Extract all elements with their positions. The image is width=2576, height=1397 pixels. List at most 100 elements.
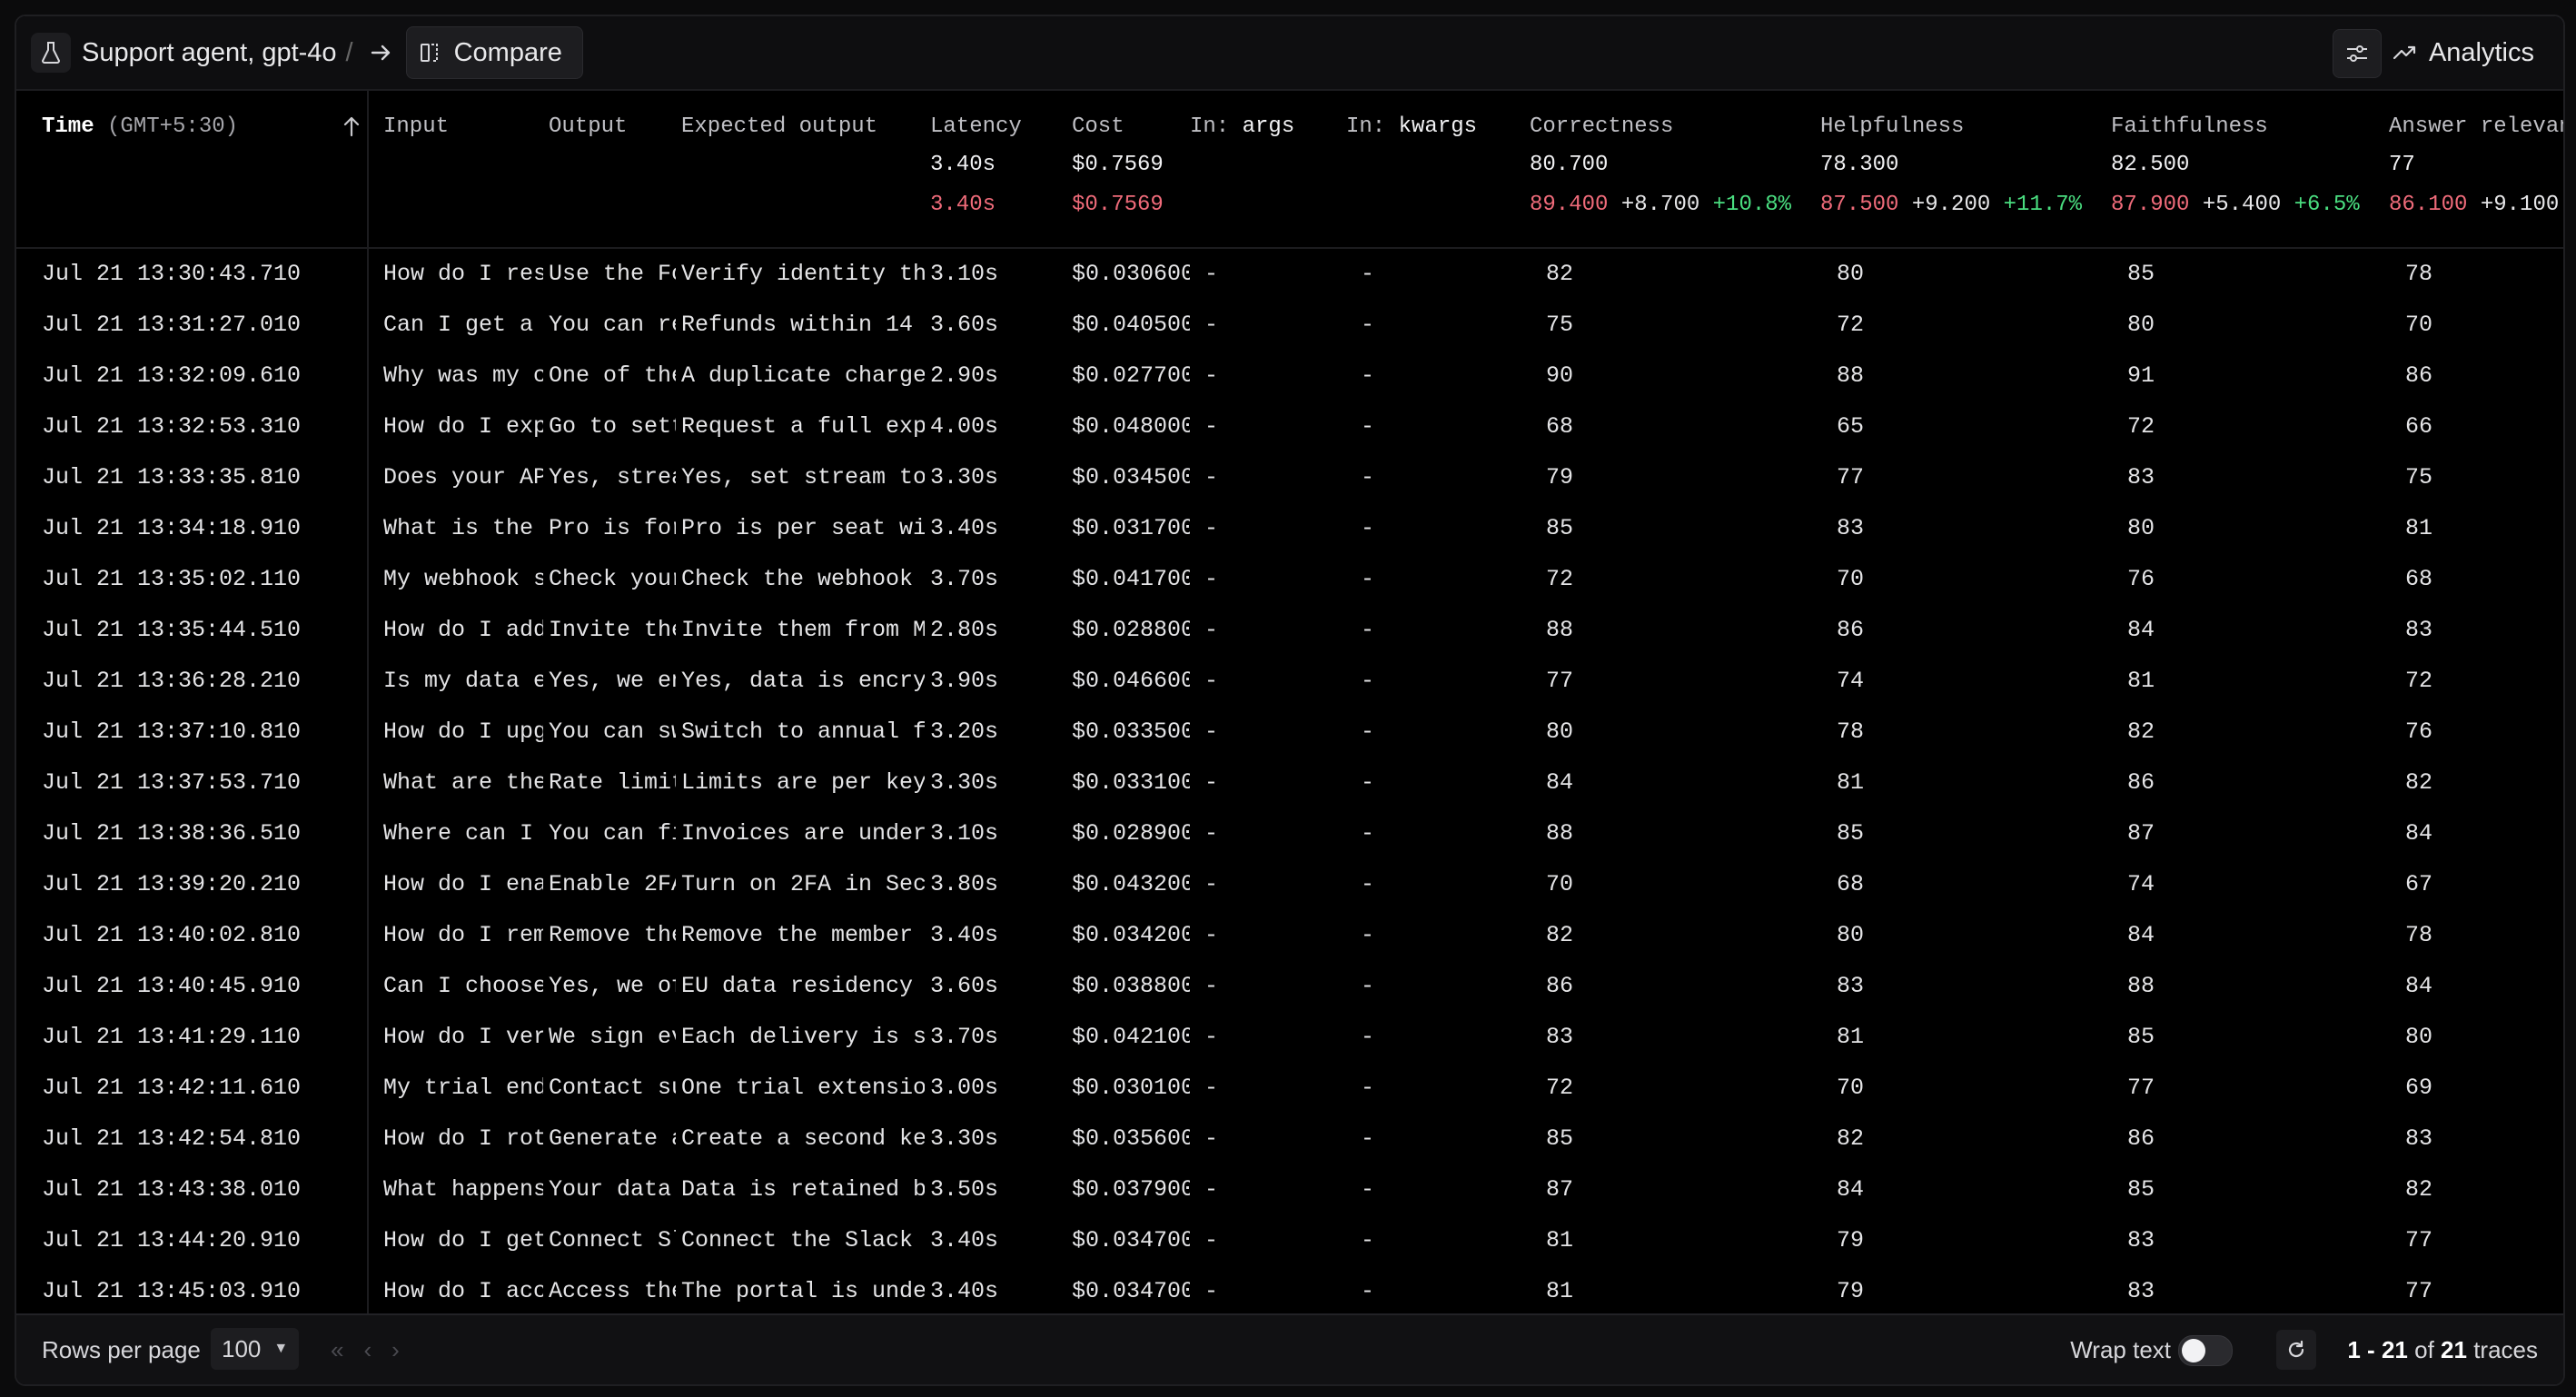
compare-button[interactable]: Compare [405,26,583,79]
column-header-input[interactable]: Input [383,114,449,139]
cell-cost: $0.034200 [1072,922,1190,948]
table-row[interactable]: Jul 21 13:42:11.610 My trial ende Contact … [16,1063,2563,1114]
cell-latency: 2.90s [930,362,999,389]
summary-answer-relevance: 77 [2389,153,2415,177]
cell-output: Remove the [549,922,676,948]
cell-cost: $0.034500 [1072,464,1190,490]
cell-in-kwargs: - [1361,362,1375,389]
wrap-text-label: Wrap text [2070,1336,2171,1363]
table-row[interactable]: Jul 21 13:39:20.210 How do I enab Enable 2… [16,859,2563,910]
table-row[interactable]: Jul 21 13:36:28.210 Is my data en Yes, we … [16,656,2563,707]
cell-input: How do I get [383,1227,543,1253]
rows-per-page-select[interactable]: 100 ▼ [211,1328,300,1370]
app-frame: Support agent, gpt-4o / Compare Analytic… [15,15,2565,1386]
cell-time: Jul 21 13:40:02.810 [42,922,302,948]
cell-latency: 3.40s [930,922,999,948]
cell-time: Jul 21 13:40:45.910 [42,973,302,999]
table-header: Time (GMT+5:30) Input Output Expected ou… [16,91,2563,249]
cell-answer-relevance: 78 [2405,261,2433,287]
compare-delta: +5.400 [2202,193,2282,217]
cell-correctness: 87 [1546,1176,1574,1203]
column-header-answer-relevance[interactable]: Answer relevanc [2389,114,2563,139]
table-row[interactable]: Jul 21 13:37:10.810 How do I upgr You can … [16,707,2563,758]
cell-faithfulness: 83 [2127,1227,2155,1253]
in-args-label: args [1242,114,1295,139]
table-row[interactable]: Jul 21 13:30:43.710 How do I resetUse the… [16,249,2563,300]
cell-in-kwargs: - [1361,312,1375,338]
table-row[interactable]: Jul 21 13:33:35.810 Does your API Yes, str… [16,452,2563,503]
cell-in-kwargs: - [1361,413,1375,440]
cell-output: One of the [549,362,676,389]
cell-answer-relevance: 78 [2405,922,2433,948]
experiment-name[interactable]: Support agent, gpt-4o [82,38,337,68]
cell-faithfulness: 83 [2127,464,2155,490]
cell-input: Does your API [383,464,543,490]
pagination: « ‹ › [331,1315,420,1384]
cell-in-kwargs: - [1361,1176,1375,1203]
cell-in-kwargs: - [1361,871,1375,897]
cell-time: Jul 21 13:37:53.710 [42,769,302,796]
table-row[interactable]: Jul 21 13:38:36.510 Where can I d You can … [16,808,2563,859]
first-page-icon[interactable]: « [331,1336,343,1364]
in-prefix: In: [1346,114,1386,139]
cell-output: You can sw [549,718,676,745]
column-header-correctness[interactable]: Correctness [1530,114,1673,139]
refresh-button[interactable] [2276,1330,2316,1370]
cell-output: You can fi [549,820,676,847]
cell-answer-relevance: 72 [2405,668,2433,694]
table-row[interactable]: Jul 21 13:35:02.110 My webhook st Check yo… [16,554,2563,605]
table-row[interactable]: Jul 21 13:35:44.510 How do I add Invite th… [16,605,2563,656]
cell-helpfulness: 74 [1837,668,1865,694]
toggle-knob [2182,1339,2205,1362]
cell-time: Jul 21 13:33:35.810 [42,464,302,490]
table-row[interactable]: Jul 21 13:32:09.610 Why was my ca One of t… [16,351,2563,401]
column-header-in-args[interactable]: In: args [1190,114,1294,139]
cell-input: How do I remo [383,922,543,948]
cell-latency: 3.10s [930,261,999,287]
cell-helpfulness: 84 [1837,1176,1865,1203]
wrap-text-toggle[interactable] [2178,1335,2233,1366]
table-row[interactable]: Jul 21 13:34:18.910 What is the d Pro is f… [16,503,2563,554]
column-header-faithfulness[interactable]: Faithfulness [2111,114,2268,139]
prev-page-icon[interactable]: ‹ [363,1336,372,1364]
cell-answer-relevance: 69 [2405,1075,2433,1101]
cell-helpfulness: 82 [1837,1125,1865,1152]
sort-ascending-icon[interactable] [342,114,362,143]
table-row[interactable]: Jul 21 13:40:45.910 Can I choose Yes, we o… [16,961,2563,1012]
table-row[interactable]: Jul 21 13:41:29.110 How do I veri We sign … [16,1012,2563,1063]
table-row[interactable]: Jul 21 13:37:53.710 What are the Rate limi… [16,758,2563,808]
table-row[interactable]: Jul 21 13:40:02.810 How do I remo Remove t… [16,910,2563,961]
column-header-time[interactable]: Time (GMT+5:30) [42,114,238,139]
cell-in-args: - [1204,566,1219,592]
table-row[interactable]: Jul 21 13:32:53.310 How do I expo Go to se… [16,401,2563,452]
cell-input: Why was my ca [383,362,543,389]
cell-faithfulness: 82 [2127,718,2155,745]
compare-delta: +9.200 [1911,193,1991,217]
cell-time: Jul 21 13:36:28.210 [42,668,302,694]
cell-faithfulness: 76 [2127,566,2155,592]
column-header-output[interactable]: Output [549,114,627,139]
cell-expected-output: Create a second key [681,1125,925,1152]
table-row[interactable]: Jul 21 13:43:38.010 What happens Your data… [16,1164,2563,1215]
flask-icon[interactable] [31,33,71,73]
column-header-latency[interactable]: Latency [930,114,1022,139]
cell-latency: 3.60s [930,312,999,338]
breadcrumb: Support agent, gpt-4o / Compare [31,26,583,79]
cell-latency: 3.70s [930,1024,999,1050]
table-row[interactable]: Jul 21 13:44:20.910 How do I get Connect S… [16,1215,2563,1266]
cell-in-args: - [1204,362,1219,389]
settings-button[interactable] [2333,29,2382,78]
table-row[interactable]: Jul 21 13:31:27.010 Can I get a r You can … [16,300,2563,351]
column-header-helpfulness[interactable]: Helpfulness [1820,114,1964,139]
table-row[interactable]: Jul 21 13:42:54.810 How do I rota Generate… [16,1114,2563,1164]
summary-correctness: 80.700 [1530,153,1609,177]
column-header-cost[interactable]: Cost [1072,114,1125,139]
analytics-button[interactable]: Analytics [2380,29,2547,76]
column-header-expected-output[interactable]: Expected output [681,114,877,139]
cell-in-kwargs: - [1361,1075,1375,1101]
next-page-icon[interactable]: › [391,1336,400,1364]
column-header-in-kwargs[interactable]: In: kwargs [1346,114,1477,139]
cell-answer-relevance: 76 [2405,718,2433,745]
cell-answer-relevance: 77 [2405,1227,2433,1253]
cell-expected-output: EU data residency is [681,973,925,999]
